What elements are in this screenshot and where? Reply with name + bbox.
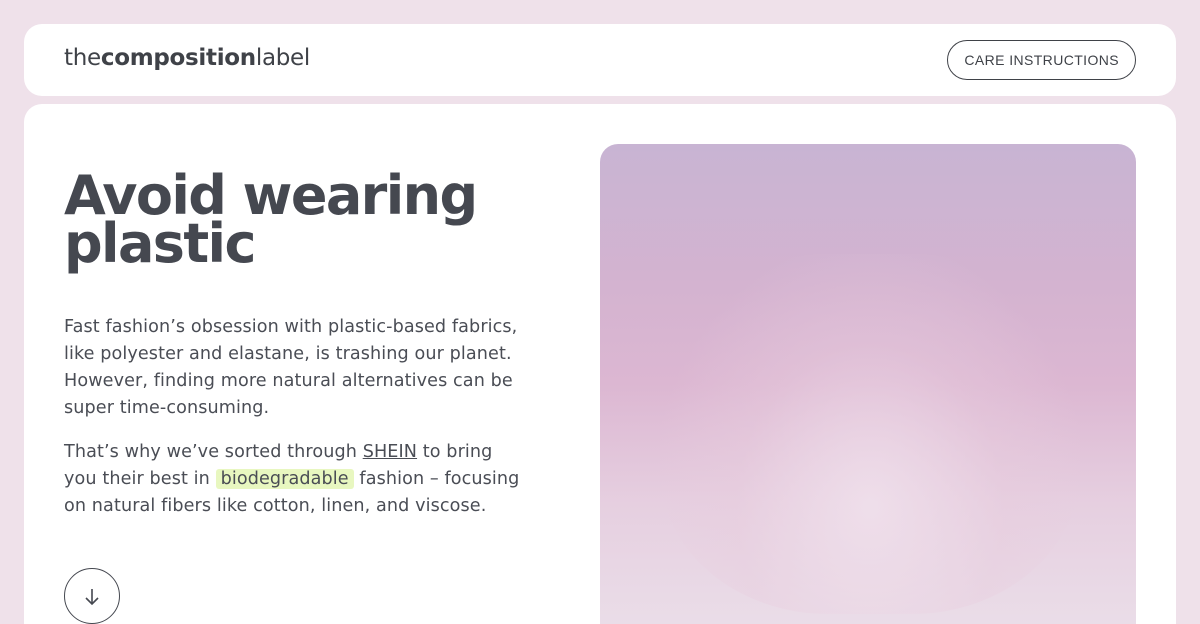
biodegradable-highlight: biodegradable bbox=[215, 469, 354, 489]
page-title: Avoid wearing plastic bbox=[64, 164, 478, 275]
site-header: thecompositionlabel CARE INSTRUCTIONS bbox=[24, 24, 1176, 96]
care-instructions-button[interactable]: CARE INSTRUCTIONS bbox=[947, 40, 1136, 80]
logo-prefix: the bbox=[64, 45, 101, 71]
hero-section: Avoid wearing plastic Fast fashion’s obs… bbox=[24, 104, 1176, 624]
shein-link[interactable]: SHEIN bbox=[363, 442, 417, 462]
detail-text-1: That’s why we’ve sorted through bbox=[64, 442, 363, 462]
logo-bold: composition bbox=[100, 45, 256, 71]
arrow-down-icon bbox=[85, 589, 99, 606]
intro-paragraph: Fast fashion’s obsession with plastic-ba… bbox=[64, 317, 518, 418]
logo-suffix: label bbox=[255, 45, 310, 71]
hero-image bbox=[600, 144, 1136, 624]
detail-paragraph: That’s why we’ve sorted through SHEIN to… bbox=[64, 439, 524, 520]
hero-image-glow bbox=[660, 254, 1080, 614]
brand-logo[interactable]: thecompositionlabel bbox=[64, 43, 310, 73]
scroll-down-button[interactable] bbox=[64, 568, 120, 624]
